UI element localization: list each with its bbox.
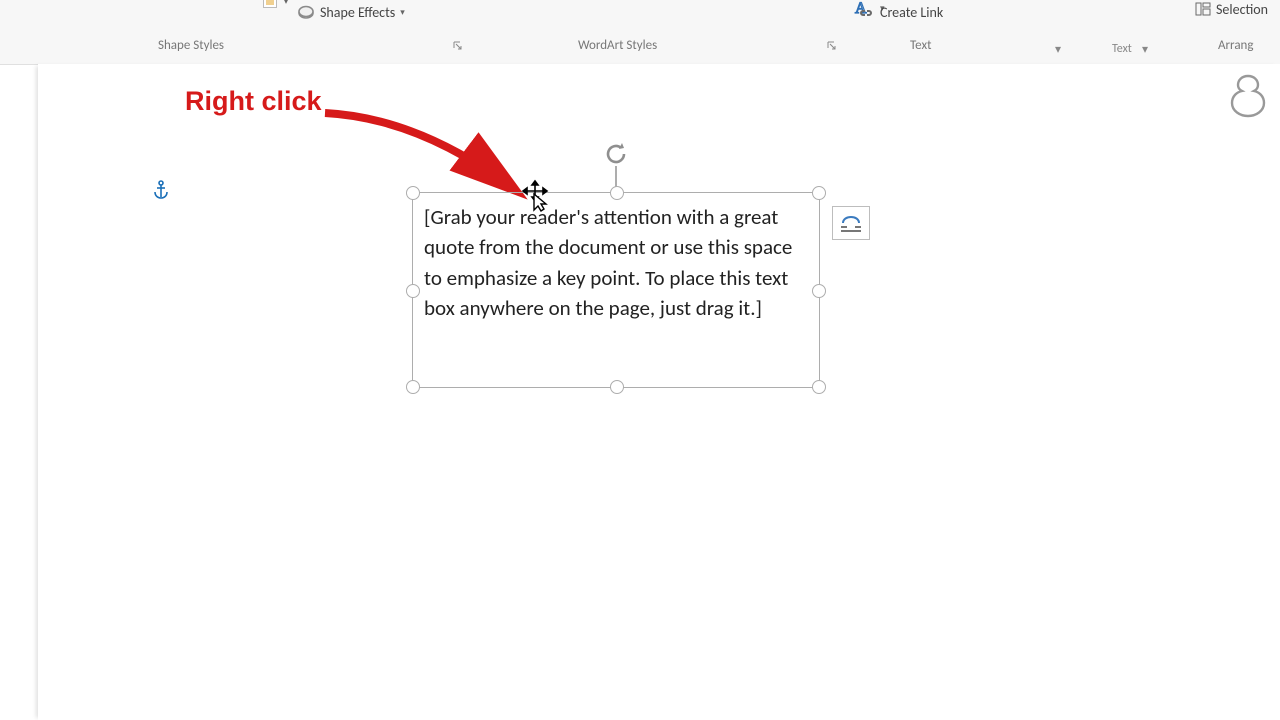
watermark-logo <box>1224 72 1272 120</box>
chevron-down-icon: ▾ <box>399 7 405 18</box>
wrap-text-dropdown-arrow[interactable]: ▾ <box>1142 42 1148 57</box>
selected-text-box[interactable]: [Grab your reader's attention with a gre… <box>412 192 820 388</box>
rotation-handle[interactable] <box>602 140 630 168</box>
layout-options-icon <box>839 213 863 233</box>
group-wordart-styles-label: WordArt Styles <box>578 38 657 53</box>
ribbon: ▾ Shape Effects ▾ A ▾ Create Link Positi… <box>0 0 1280 65</box>
position-dropdown-arrow[interactable]: ▾ <box>1055 42 1061 57</box>
selection-pane-icon <box>1194 0 1212 18</box>
link-icon <box>856 6 876 20</box>
shape-effects-icon <box>296 2 316 22</box>
wrap-text-button[interactable]: Wrap <box>1104 0 1133 1</box>
annotation-right-click-label: Right click <box>185 86 322 117</box>
shape-fill-swatch[interactable]: ▾ <box>263 0 277 8</box>
text-box-content[interactable]: [Grab your reader's attention with a gre… <box>424 202 808 378</box>
group-text-label: Text <box>910 38 931 53</box>
position-label: Position <box>1028 0 1070 1</box>
resize-handle-n[interactable] <box>610 186 624 200</box>
layout-options-button[interactable] <box>832 206 870 240</box>
shape-effects-button[interactable]: Shape Effects ▾ <box>296 2 405 22</box>
shape-effects-label: Shape Effects <box>320 4 395 21</box>
resize-handle-nw[interactable] <box>406 186 420 200</box>
resize-handle-ne[interactable] <box>812 186 826 200</box>
group-arrange-label: Arrang <box>1218 38 1254 53</box>
selection-label: Selection <box>1216 1 1268 18</box>
wordart-styles-dialog-launcher[interactable] <box>826 40 838 52</box>
wrap-text-sublabel: Text <box>1112 42 1132 56</box>
resize-handle-sw[interactable] <box>406 380 420 394</box>
document-page[interactable] <box>38 64 1280 720</box>
position-button[interactable]: Position <box>1028 0 1070 1</box>
resize-handle-se[interactable] <box>812 380 826 394</box>
resize-handle-s[interactable] <box>610 380 624 394</box>
group-shape-styles-label: Shape Styles <box>158 38 224 53</box>
selection-pane-button[interactable]: Selection <box>1194 0 1268 18</box>
create-link-label: Create Link <box>880 4 943 21</box>
resize-handle-w[interactable] <box>406 284 420 298</box>
shape-styles-dialog-launcher[interactable] <box>452 40 464 52</box>
create-link-button[interactable]: Create Link <box>856 4 943 21</box>
resize-handle-e[interactable] <box>812 284 826 298</box>
wrap-text-label: Wrap <box>1104 0 1133 1</box>
anchor-icon[interactable] <box>152 180 170 200</box>
